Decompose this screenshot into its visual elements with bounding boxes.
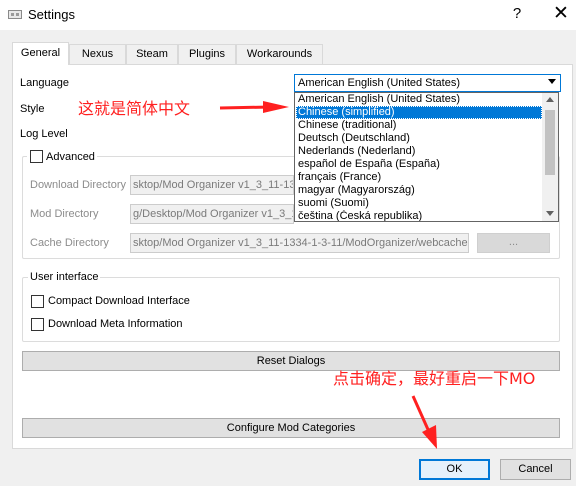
annotation-ok-note: 点击确定，最好重启一下MO xyxy=(333,369,536,388)
ok-button[interactable]: OK xyxy=(419,459,490,480)
scrollbar-thumb[interactable] xyxy=(545,110,555,175)
chevron-down-icon xyxy=(548,79,556,84)
language-select-value: American English (United States) xyxy=(298,77,461,89)
app-icon xyxy=(8,10,22,19)
log-level-label: Log Level xyxy=(20,128,68,140)
language-option-selected[interactable]: Chinese (simplified) xyxy=(296,106,542,119)
language-option[interactable]: suomi (Suomi) xyxy=(296,197,542,210)
cache-browse-button[interactable]: ... xyxy=(477,233,550,253)
tab-nexus[interactable]: Nexus xyxy=(69,44,126,64)
scroll-up-icon[interactable] xyxy=(546,97,554,102)
download-directory-label: Download Directory xyxy=(30,179,126,191)
language-option[interactable]: Chinese (traditional) xyxy=(296,119,542,132)
download-meta-label: Download Meta Information xyxy=(48,318,183,330)
title-bar: Settings ? ✕ xyxy=(0,0,576,30)
tab-plugins[interactable]: Plugins xyxy=(178,44,236,64)
user-interface-group-label: User interface xyxy=(28,271,101,283)
language-label: Language xyxy=(20,77,69,89)
language-option[interactable]: čeština (Česká republika) xyxy=(296,210,542,221)
close-button[interactable]: ✕ xyxy=(550,2,572,24)
language-option[interactable]: español de España (España) xyxy=(296,158,542,171)
cache-directory-label: Cache Directory xyxy=(30,237,109,249)
mod-directory-label: Mod Directory xyxy=(30,208,99,220)
download-meta-checkbox[interactable] xyxy=(31,318,44,331)
dropdown-scrollbar[interactable] xyxy=(542,93,558,221)
tab-steam[interactable]: Steam xyxy=(126,44,178,64)
language-option[interactable]: Deutsch (Deutschland) xyxy=(296,132,542,145)
cache-directory-field[interactable]: sktop/Mod Organizer v1_3_11-1334-1-3-11/… xyxy=(130,233,469,253)
scroll-down-icon[interactable] xyxy=(546,211,554,216)
help-button[interactable]: ? xyxy=(508,5,526,22)
configure-mod-categories-button[interactable]: Configure Mod Categories xyxy=(22,418,560,438)
user-interface-group xyxy=(22,277,560,342)
advanced-checkbox[interactable] xyxy=(30,150,43,163)
tab-general[interactable]: General xyxy=(12,42,69,65)
language-option[interactable]: magyar (Magyarország) xyxy=(296,184,542,197)
language-dropdown-list: American English (United States) Chinese… xyxy=(294,92,559,222)
download-directory-field[interactable]: sktop/Mod Organizer v1_3_11-133 xyxy=(130,175,294,195)
cancel-button[interactable]: Cancel xyxy=(500,459,571,480)
tab-workarounds[interactable]: Workarounds xyxy=(236,44,323,64)
advanced-label: Advanced xyxy=(46,151,95,163)
style-label: Style xyxy=(20,103,45,115)
window-title: Settings xyxy=(28,7,75,22)
compact-download-checkbox[interactable] xyxy=(31,295,44,308)
mod-directory-field[interactable]: g/Desktop/Mod Organizer v1_3_1 xyxy=(130,204,294,224)
annotation-chinese-note: 这就是简体中文 xyxy=(78,99,191,118)
language-option[interactable]: American English (United States) xyxy=(296,93,542,106)
language-option[interactable]: français (France) xyxy=(296,171,542,184)
language-select[interactable]: American English (United States) xyxy=(294,74,561,92)
compact-download-label: Compact Download Interface xyxy=(48,295,190,307)
language-option[interactable]: Nederlands (Nederland) xyxy=(296,145,542,158)
